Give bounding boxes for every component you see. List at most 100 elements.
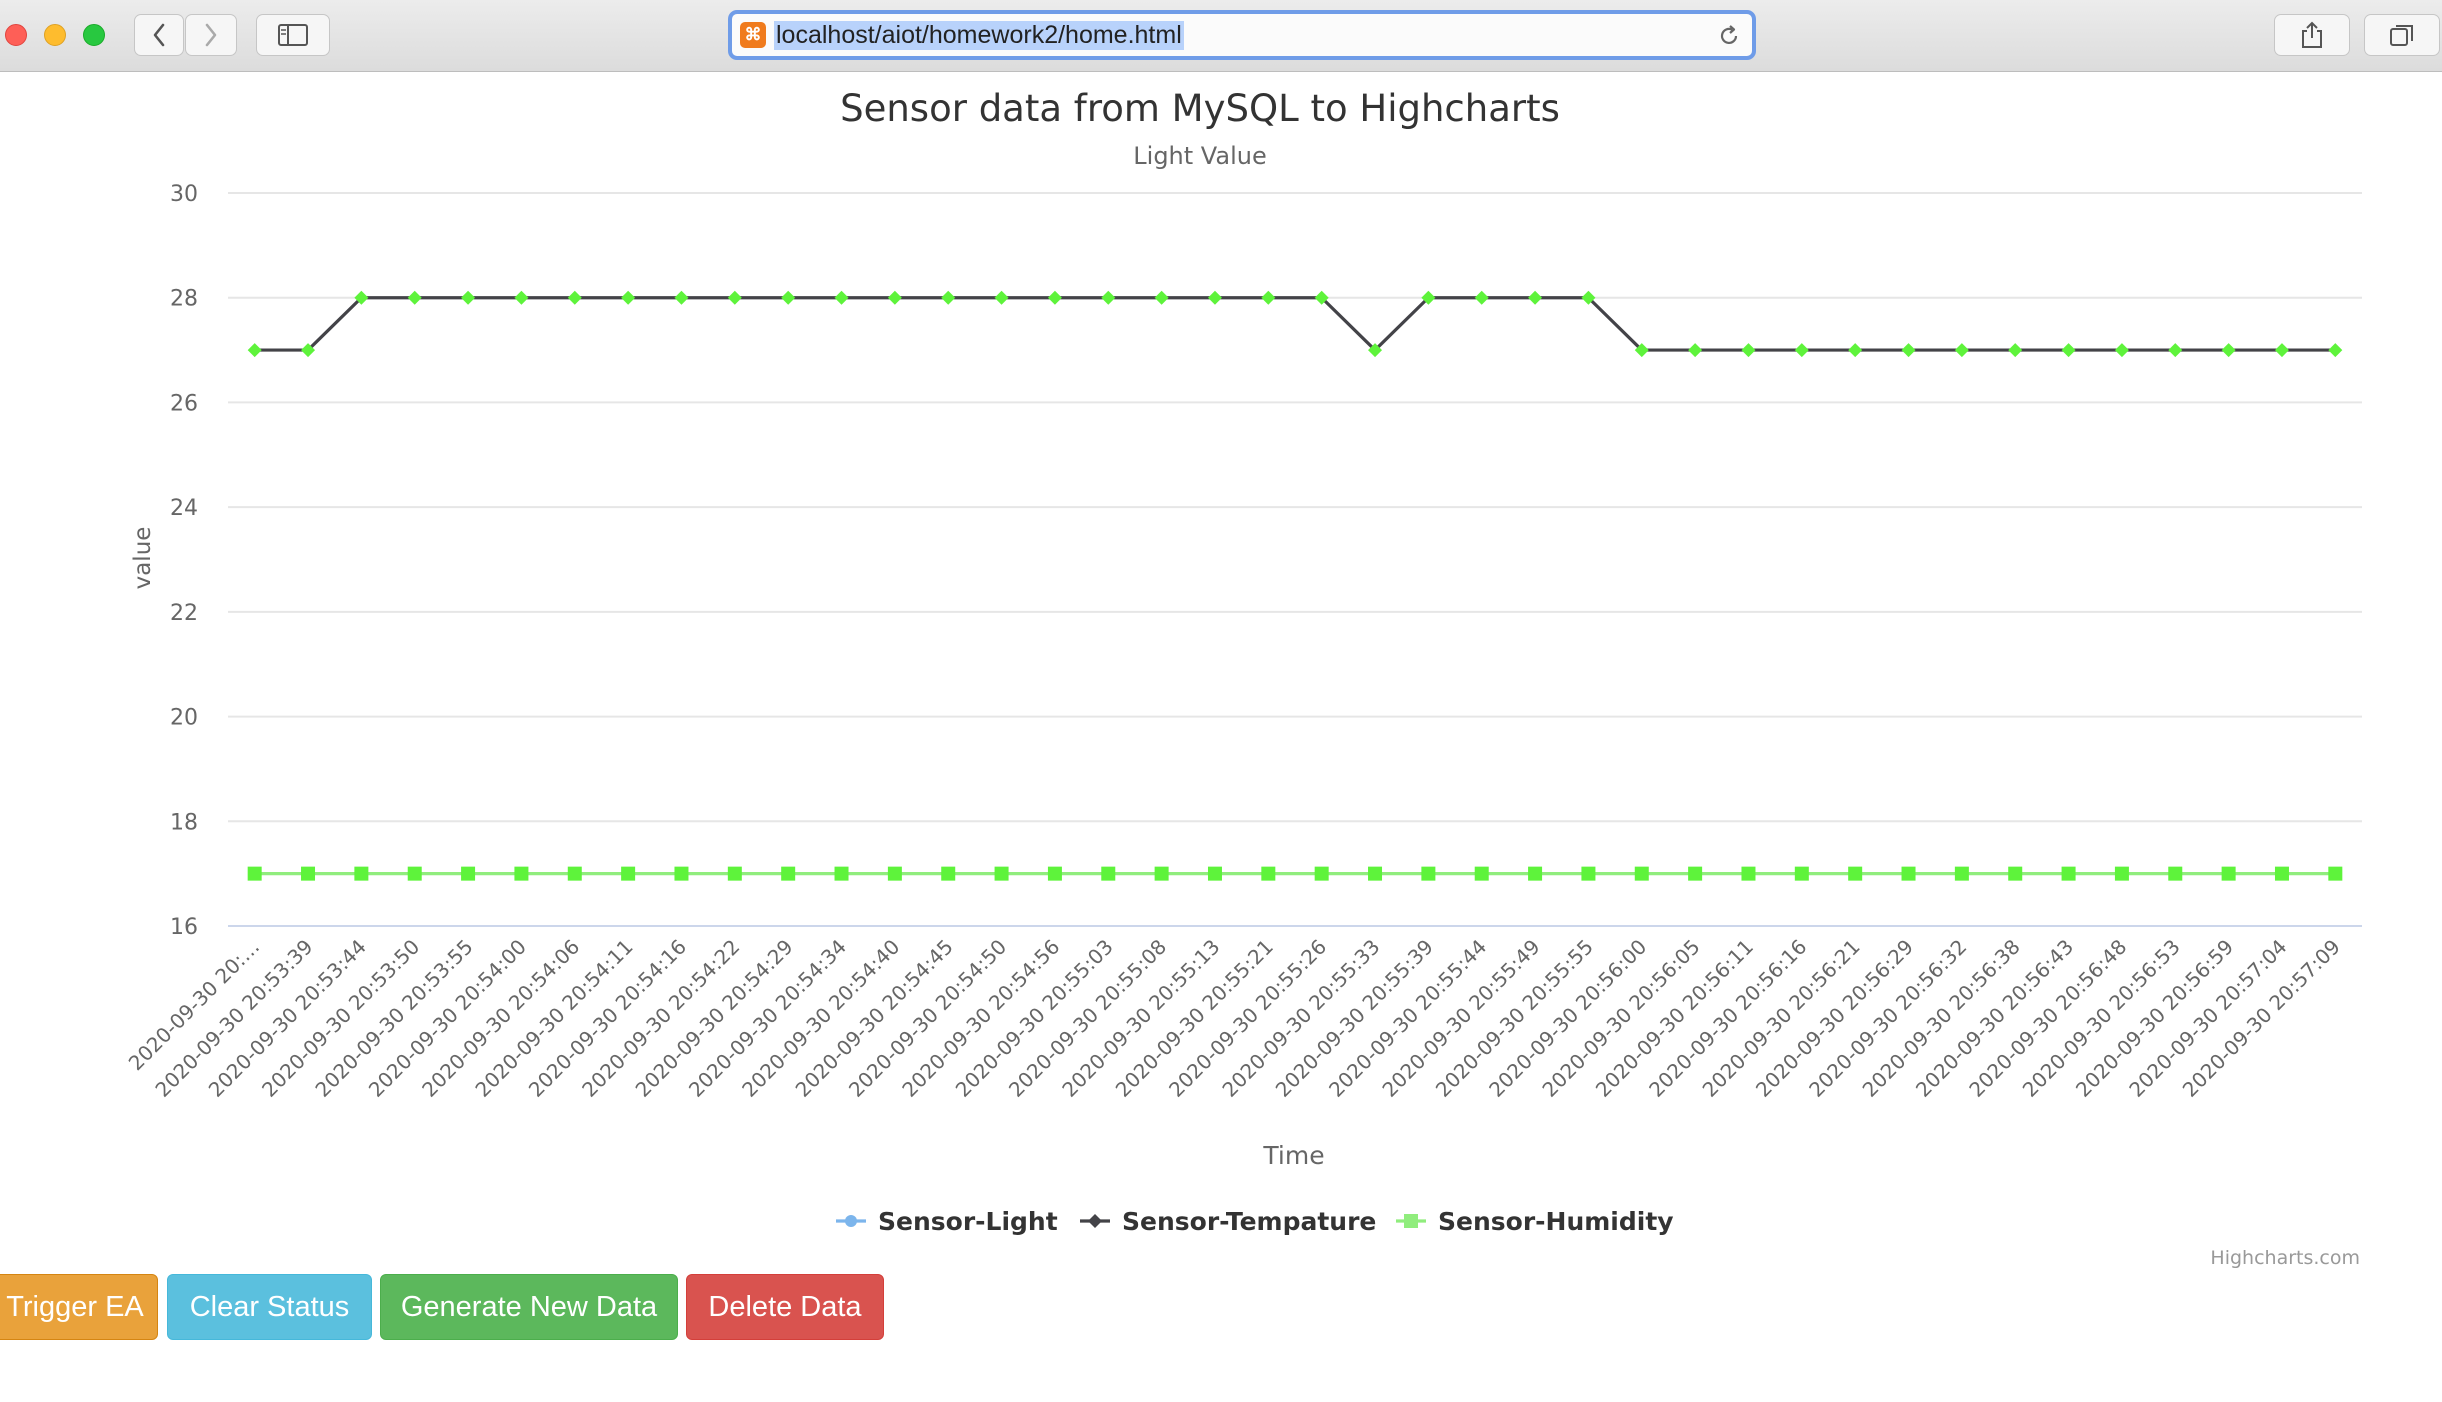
sensor-tempature-point — [2114, 343, 2129, 358]
back-button[interactable] — [134, 14, 184, 56]
sensor-tempature-point — [1261, 290, 1276, 305]
sensor-tempature-point — [1528, 290, 1543, 305]
sensor-humidity-point — [781, 866, 796, 881]
sensor-tempature-point — [461, 290, 476, 305]
sensor-tempature-point — [567, 290, 582, 305]
sensor-humidity-point — [1474, 866, 1489, 881]
sensor-humidity-point — [407, 866, 422, 881]
browser-toolbar: ⌘ localhost/aiot/homework2/home.html — [0, 0, 2442, 72]
y-tick-label: 16 — [170, 915, 198, 940]
sensor-tempature-point — [2221, 343, 2236, 358]
sensor-tempature-point — [781, 290, 796, 305]
sensor-humidity-point — [1101, 866, 1116, 881]
sensor-humidity-point — [1634, 866, 1649, 881]
sensor-humidity-point — [1848, 866, 1863, 881]
sensor-humidity-point — [1368, 866, 1383, 881]
legend-diamond-marker — [1088, 1214, 1102, 1228]
y-tick-label: 18 — [170, 810, 198, 835]
sensor-tempature-point — [247, 343, 262, 358]
y-axis-ticks: 16 18 20 22 24 26 28 30 — [170, 182, 198, 940]
sensor-tempature-point — [1474, 290, 1489, 305]
share-icon — [2302, 21, 2322, 48]
sensor-humidity-point — [1901, 866, 1916, 881]
delete-data-button[interactable]: Delete Data — [686, 1274, 884, 1340]
y-axis-title: value — [130, 527, 156, 590]
zoom-window-button[interactable] — [83, 24, 105, 46]
minimize-window-button[interactable] — [44, 24, 66, 46]
sensor-tempature-point — [941, 290, 956, 305]
sensor-tempature-point — [2008, 343, 2023, 358]
sidebar-icon — [278, 24, 308, 46]
sensor-tempature-point — [2168, 343, 2183, 358]
credits-link[interactable]: Highcharts.com — [2210, 1247, 2360, 1269]
sensor-tempature-point — [1794, 343, 1809, 358]
trigger-ea-button[interactable]: Trigger EA — [0, 1274, 158, 1340]
sensor-humidity-point — [727, 866, 742, 881]
y-tick-label: 24 — [170, 496, 198, 521]
y-tick-label: 28 — [170, 287, 198, 312]
chart-subtitle: Light Value — [1133, 142, 1266, 170]
x-axis-ticks: 2020-09-30 20:…2020-09-30 20:53:392020-0… — [124, 935, 2345, 1102]
legend-item-sensor-light[interactable]: Sensor-Light — [836, 1207, 1058, 1236]
sensor-tempature-point — [1101, 290, 1116, 305]
sensor-tempature-point — [1954, 343, 1969, 358]
legend: Sensor-Light Sensor-Tempature Sensor-Humid… — [836, 1207, 1674, 1236]
share-button[interactable] — [2274, 14, 2350, 56]
sensor-tempature-point — [1207, 290, 1222, 305]
sensor-humidity-point — [834, 866, 849, 881]
sensor-humidity-point — [2061, 866, 2076, 881]
sensor-tempature-line — [254, 296, 2336, 352]
sensor-humidity-point — [2168, 866, 2183, 881]
sensor-humidity-point — [1207, 866, 1222, 881]
sensor-humidity-point — [674, 866, 689, 881]
tabs-overview-button[interactable] — [2364, 14, 2440, 56]
sensor-tempature-point — [887, 290, 902, 305]
y-tick-label: 20 — [170, 706, 198, 731]
x-axis-title: Time — [1262, 1141, 1324, 1170]
sensor-tempature-point — [1901, 343, 1916, 358]
legend-label: Sensor-Humidity — [1438, 1207, 1674, 1236]
sensor-humidity-point — [1688, 866, 1703, 881]
sensor-tempature-point — [1741, 343, 1756, 358]
clear-status-button[interactable]: Clear Status — [167, 1274, 372, 1340]
grid-lines — [228, 192, 2362, 927]
sensor-tempature-point — [621, 290, 636, 305]
sidebar-toggle-button[interactable] — [256, 14, 330, 56]
legend-item-sensor-humidity[interactable]: Sensor-Humidity — [1396, 1207, 1674, 1236]
sensor-humidity-point — [301, 866, 316, 881]
legend-item-sensor-tempature[interactable]: Sensor-Tempature — [1080, 1207, 1376, 1236]
sensor-tempature-point — [2274, 343, 2289, 358]
sensor-humidity-point — [1261, 866, 1276, 881]
sensor-humidity-point — [1794, 866, 1809, 881]
sensor-tempature-point — [674, 290, 689, 305]
generate-new-data-button[interactable]: Generate New Data — [380, 1274, 678, 1340]
sensor-humidity-point — [2328, 866, 2343, 881]
sensor-humidity-point — [1741, 866, 1756, 881]
sensor-humidity-point — [2274, 866, 2289, 881]
sensor-humidity-point — [1581, 866, 1596, 881]
sensor-humidity-point — [994, 866, 1009, 881]
sensor-humidity-point — [567, 866, 582, 881]
sensor-humidity-point — [514, 866, 529, 881]
sensor-tempature-point — [2061, 343, 2076, 358]
sensor-humidity-point — [247, 866, 262, 881]
tabs-icon — [2390, 25, 2413, 46]
sensor-tempature-point — [727, 290, 742, 305]
legend-label: Sensor-Light — [878, 1207, 1058, 1236]
y-tick-label: 26 — [170, 391, 198, 416]
line-chart: 16 18 20 22 24 26 28 30 2020-09-30 20:…2020-09-… — [124, 87, 2362, 1269]
reload-icon[interactable] — [1716, 23, 1742, 49]
close-window-button[interactable] — [5, 24, 27, 46]
sensor-tempature-point — [1047, 290, 1062, 305]
address-url: localhost/aiot/homework2/home.html — [774, 21, 1184, 50]
forward-button[interactable] — [185, 14, 237, 56]
legend-circle-marker — [845, 1215, 857, 1227]
address-bar[interactable]: ⌘ localhost/aiot/homework2/home.html — [728, 10, 1756, 60]
sensor-humidity-point — [941, 866, 956, 881]
sensor-tempature-point — [834, 290, 849, 305]
sensor-tempature-point — [407, 290, 422, 305]
sensor-humidity-point — [887, 866, 902, 881]
sensor-tempature-point — [1688, 343, 1703, 358]
sensor-humidity-point — [1528, 866, 1543, 881]
sensor-tempature-point — [994, 290, 1009, 305]
